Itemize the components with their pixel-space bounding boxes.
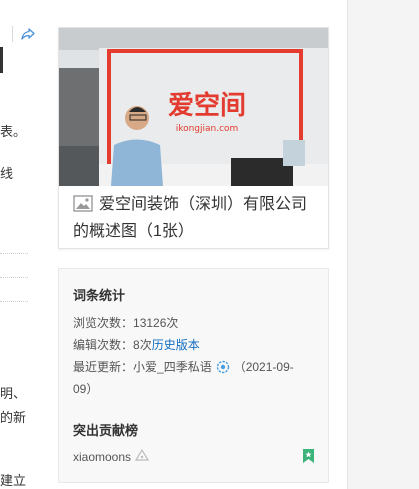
top-contributors-title: 突出贡献榜 — [73, 423, 139, 438]
history-versions-link[interactable]: 历史版本 — [152, 338, 200, 352]
edits-label: 编辑次数： — [73, 338, 134, 352]
updated-user[interactable]: 小爱_四季私语 — [133, 360, 212, 374]
entry-statistics-panel: 词条统计 浏览次数：13126次 编辑次数：8次历史版本 最近更新：小爱_四季私… — [58, 268, 329, 483]
caption-text: 爱空间装饰（深圳）有限公司的概述图（1张） — [73, 196, 308, 240]
divider — [12, 26, 13, 42]
share-row: 0 — [12, 26, 40, 42]
text-fragment: 明、 — [0, 386, 27, 401]
edits-line: 编辑次数：8次历史版本 — [73, 336, 200, 353]
image-gallery-icon — [73, 195, 93, 220]
user-level-badge-icon — [216, 360, 230, 377]
text-fragment: 建立 — [0, 473, 27, 488]
views-label: 浏览次数： — [73, 316, 134, 330]
contributor-name[interactable]: xiaomoons — [73, 450, 131, 464]
text-fragment-bar — [0, 47, 3, 73]
bookmark-icon[interactable] — [303, 449, 314, 468]
dotted-divider — [0, 301, 28, 302]
last-updated-line: 最近更新：小爱_四季私语 （2021-09- — [73, 358, 294, 377]
updated-date-continued: 09） — [73, 382, 99, 396]
stats-title: 词条统计 — [73, 288, 126, 303]
dotted-divider — [0, 253, 28, 254]
contributor-row: xiaomoons — [73, 448, 150, 464]
photo-logo-url: ikongjian.com — [176, 124, 239, 134]
page-right-gutter — [347, 0, 419, 489]
text-fragment: 表。 — [0, 124, 27, 139]
share-icon[interactable] — [21, 28, 35, 40]
text-fragment: 线 — [0, 166, 14, 181]
contributor-level-icon — [134, 448, 150, 464]
text-fragment: 的新 — [0, 410, 27, 425]
views-line: 浏览次数：13126次 — [73, 314, 178, 331]
views-value: 13126次 — [133, 316, 179, 330]
updated-label: 最近更新： — [73, 360, 134, 374]
overview-photo[interactable]: 爱空间 ikongjian.com — [59, 28, 328, 186]
overview-image-card[interactable]: 爱空间 ikongjian.com 爱空间装饰（深圳）有限公司的概述图（1张） — [58, 27, 329, 249]
updated-date: （2021-09- — [233, 360, 294, 374]
edits-value: 8次 — [133, 338, 152, 352]
dotted-divider — [0, 277, 28, 278]
photo-logo-text: 爱空间 — [168, 90, 246, 121]
image-caption[interactable]: 爱空间装饰（深圳）有限公司的概述图（1张） — [73, 193, 321, 244]
